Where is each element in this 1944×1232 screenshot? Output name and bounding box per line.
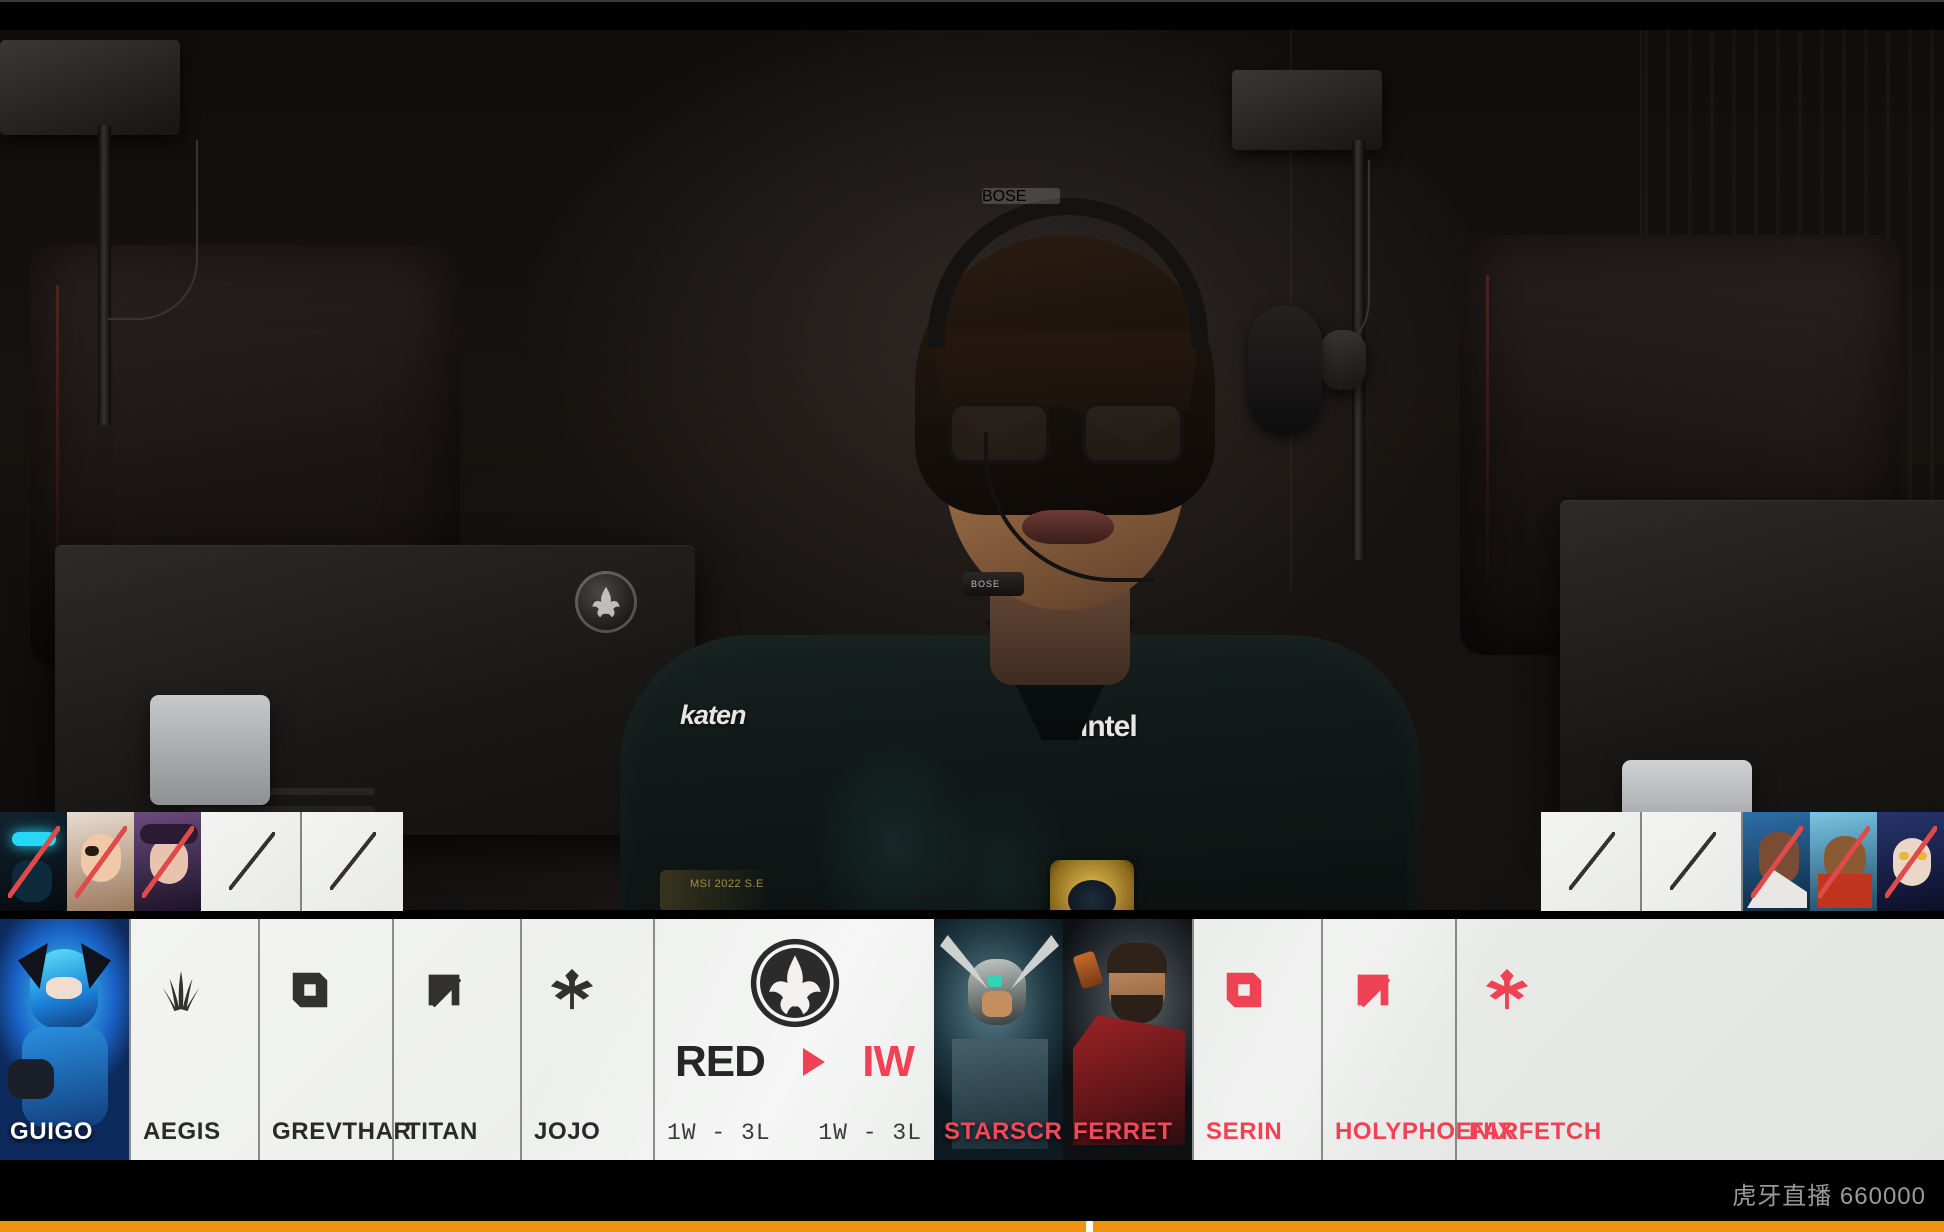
ban-slash-icon: [75, 826, 127, 898]
home-team-code: RED: [675, 1037, 766, 1086]
ban-slash-icon: [142, 826, 194, 898]
ban-slot-empty[interactable]: [1642, 812, 1743, 911]
player-card-farfetch[interactable]: FARFETCH: [1455, 919, 1601, 1160]
letterbox-top: [0, 0, 1944, 30]
red-team-row: STARSCREEN FERRET SERIN HOLYPHOENIX FARF…: [934, 919, 1601, 1160]
video-progress-bar[interactable]: [0, 1221, 1944, 1232]
ban-slot-ahri[interactable]: [1877, 812, 1944, 911]
player-name: TITAN: [406, 1118, 478, 1145]
home-team-record: 1W - 3L: [667, 1120, 771, 1146]
mid-lane-icon: [287, 967, 333, 1013]
player-card-guigo[interactable]: GUIGO: [0, 919, 129, 1160]
ban-slot-empty[interactable]: [201, 812, 302, 911]
player-card-starscreen[interactable]: STARSCREEN: [934, 919, 1063, 1160]
camera-rig-left: [0, 40, 180, 135]
progress-handle[interactable]: [1085, 1221, 1093, 1232]
mid-lane-icon: [1221, 967, 1267, 1013]
jersey-patch-text: MSI 2022 S.E: [690, 878, 764, 890]
ban-slot-empty[interactable]: [302, 812, 403, 911]
player-card-titan[interactable]: TITAN: [392, 919, 520, 1160]
player-footer: 虎牙直播 660000: [0, 1160, 1944, 1232]
player-card-jojo[interactable]: JOJO: [520, 919, 653, 1160]
player-name: JOJO: [534, 1118, 601, 1145]
player-name: AEGIS: [143, 1118, 221, 1145]
player-name: FERRET: [1073, 1118, 1173, 1145]
player-name: STARSCREEN: [944, 1118, 1063, 1145]
broadcast-screen: MSI 2022 S.E katen intel BOSE BOSE GUIGO…: [0, 0, 1944, 1232]
scorebug: RED IW 1W - 3L 1W - 3L: [653, 919, 934, 1160]
glasses-bridge: [1048, 426, 1084, 430]
ban-slash-icon: [8, 826, 60, 898]
player-card-serin[interactable]: SERIN: [1192, 919, 1321, 1160]
microphone-brand-label: BOSE: [971, 579, 1001, 589]
player-card-aegis[interactable]: AEGIS: [129, 919, 258, 1160]
ban-slot-nocturne[interactable]: [0, 812, 67, 911]
video-stage[interactable]: MSI 2022 S.E katen intel BOSE BOSE: [0, 30, 1944, 910]
monitor-right: [1560, 500, 1944, 830]
chair-stitch: [56, 285, 59, 585]
player-name: GREVTHAR: [272, 1118, 412, 1145]
away-team-record: 1W - 3L: [818, 1120, 922, 1146]
ban-slot-wukong[interactable]: [1810, 812, 1877, 911]
jungle-icon: [158, 967, 204, 1013]
player-name: GUIGO: [10, 1118, 94, 1145]
jersey-team-badge: [1050, 860, 1134, 910]
ban-strip-blue: [0, 812, 403, 911]
headset-microphone: BOSE: [962, 572, 1024, 596]
peripheral-left: [150, 695, 270, 805]
support-icon: [549, 967, 595, 1013]
player-card-grevthar[interactable]: GREVTHAR: [258, 919, 411, 1160]
headset-headband: [928, 198, 1208, 348]
ban-slash-icon: [1818, 826, 1870, 898]
jersey-event-patch: MSI 2022 S.E: [660, 870, 770, 910]
ban-slot-caitlyn[interactable]: [134, 812, 201, 911]
msi-emblem-icon: [575, 571, 637, 633]
player-name: SERIN: [1206, 1118, 1283, 1145]
play-arrow-icon: [802, 1048, 825, 1076]
headset-brand-label: BOSE: [982, 188, 1060, 205]
ban-slot-leblanc[interactable]: [67, 812, 134, 911]
camera-cable-left: [108, 140, 198, 320]
ban-slash-icon: [1885, 826, 1937, 898]
bot-lane-icon: [1350, 967, 1396, 1013]
player-on-camera: MSI 2022 S.E katen intel BOSE BOSE: [620, 180, 1420, 910]
camera-mount: [1320, 330, 1366, 390]
bot-lane-icon: [421, 967, 467, 1013]
letterbox-divider: [0, 0, 1944, 2]
headset-earcup: [1248, 305, 1322, 435]
away-team-code: IW: [862, 1037, 915, 1086]
team-records-row: 1W - 3L 1W - 3L: [655, 1120, 934, 1146]
team-codes-row: RED IW: [655, 1031, 934, 1093]
chair-stitch: [1486, 275, 1489, 575]
player-card-holyphoenix[interactable]: HOLYPHOENIX: [1321, 919, 1513, 1160]
ban-strip-red: [1541, 812, 1944, 911]
blue-team-row: GUIGO AEGIS GREVTHAR TITAN JOJO: [0, 919, 653, 1160]
ban-slot-lucian[interactable]: [1743, 812, 1810, 911]
ban-slot-empty[interactable]: [1541, 812, 1642, 911]
ban-slash-icon: [1751, 826, 1803, 898]
support-icon: [1484, 967, 1530, 1013]
player-name: FARFETCH: [1469, 1118, 1602, 1145]
draft-pick-bar: GUIGO AEGIS GREVTHAR TITAN JOJO RED IW 1…: [0, 919, 1944, 1160]
stream-watermark: 虎牙直播 660000: [1732, 1183, 1926, 1210]
player-card-ferret[interactable]: FERRET: [1063, 919, 1192, 1160]
jersey-sponsor-left: katen: [680, 700, 747, 730]
msi-emblem-icon: [749, 937, 841, 1029]
camera-rig-right: [1232, 70, 1382, 150]
